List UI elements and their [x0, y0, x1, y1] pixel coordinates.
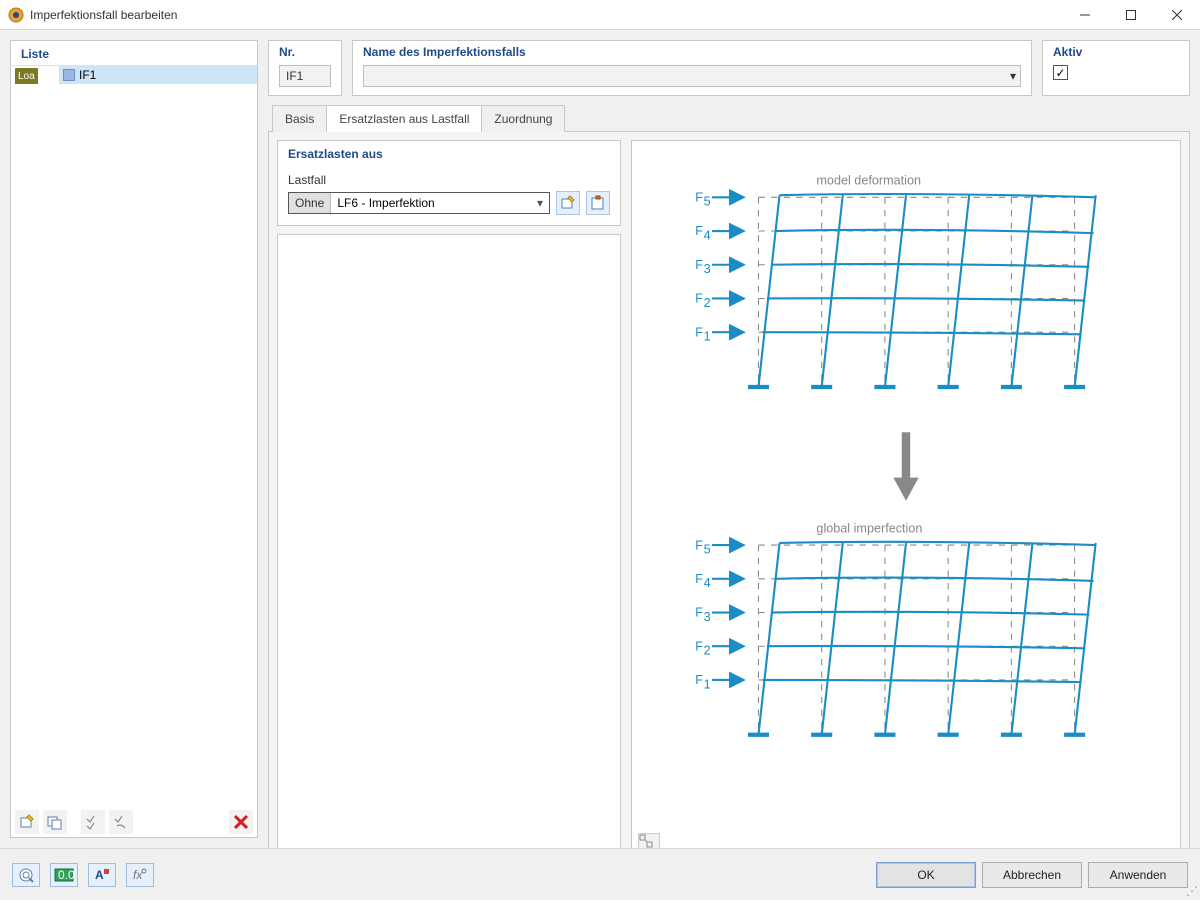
new-item-button[interactable]: [15, 810, 39, 834]
svg-text:F: F: [695, 224, 703, 238]
nr-input[interactable]: [279, 65, 331, 87]
svg-text:F: F: [695, 258, 703, 272]
list-item-color-icon: [63, 69, 75, 81]
field-name-label: Name des Imperfektionsfalls: [363, 45, 1021, 59]
diagram-bottom-label: global imperfection: [816, 521, 922, 535]
help-button[interactable]: [12, 863, 40, 887]
units-button[interactable]: 0.00: [50, 863, 78, 887]
chevron-down-icon: ▾: [1010, 69, 1016, 83]
svg-text:2: 2: [704, 644, 711, 658]
svg-text:3: 3: [704, 262, 711, 276]
svg-text:A: A: [95, 868, 104, 882]
lastfall-value: LF6 - Imperfektion: [331, 196, 531, 210]
svg-text:F: F: [695, 538, 703, 552]
svg-text:1: 1: [704, 677, 711, 691]
svg-text:F: F: [695, 325, 703, 339]
empty-panel: [277, 234, 621, 862]
apply-button[interactable]: Anwenden: [1088, 862, 1188, 888]
list-rows: Loa IF1: [11, 66, 257, 807]
minimize-button[interactable]: [1062, 0, 1108, 30]
resize-grip-icon[interactable]: ⋰: [1186, 884, 1198, 898]
tab-ersatzlasten[interactable]: Ersatzlasten aus Lastfall: [326, 105, 482, 132]
svg-text:F: F: [695, 639, 703, 653]
svg-text:F: F: [695, 572, 703, 586]
aktiv-checkbox[interactable]: ✓: [1053, 65, 1068, 80]
field-nr: Nr.: [268, 40, 342, 96]
list-toolbar: [11, 807, 257, 837]
window-title: Imperfektionsfall bearbeiten: [30, 8, 1062, 22]
svg-text:2: 2: [704, 296, 711, 310]
svg-text:F: F: [695, 673, 703, 687]
svg-text:5: 5: [704, 542, 711, 556]
uncheckall-button[interactable]: [109, 810, 133, 834]
ersatzlasten-panel: Ersatzlasten aus Lastfall Ohne LF6 - Imp…: [277, 140, 621, 226]
svg-text:3: 3: [704, 610, 711, 624]
field-aktiv: Aktiv ✓: [1042, 40, 1190, 96]
svg-text:F: F: [695, 191, 703, 205]
tab-zuordnung[interactable]: Zuordnung: [481, 105, 565, 132]
ersatz-section-title: Ersatzlasten aus: [288, 147, 610, 161]
delete-button[interactable]: [229, 810, 253, 834]
tab-strip: Basis Ersatzlasten aus Lastfall Zuordnun…: [268, 104, 1190, 131]
maximize-button[interactable]: [1108, 0, 1154, 30]
close-button[interactable]: [1154, 0, 1200, 30]
list-item-tag: Loa: [15, 68, 38, 84]
lastfall-label: Lastfall: [288, 173, 610, 187]
list-panel: Liste Loa IF1: [10, 40, 258, 838]
lastfall-tag: Ohne: [289, 193, 331, 213]
lastfall-combo[interactable]: Ohne LF6 - Imperfektion ▾: [288, 192, 550, 214]
field-nr-label: Nr.: [279, 45, 331, 59]
svg-text:F: F: [695, 606, 703, 620]
ok-button[interactable]: OK: [876, 862, 976, 888]
svg-text:4: 4: [704, 228, 711, 242]
diagram-top-label: model deformation: [816, 174, 921, 188]
formula-button[interactable]: fx: [126, 863, 154, 887]
lastfall-edit-button[interactable]: [586, 191, 610, 215]
tab-zuordnung-label: Zuordnung: [494, 112, 552, 126]
svg-text:4: 4: [704, 576, 711, 590]
field-name: Name des Imperfektionsfalls ▾: [352, 40, 1032, 96]
name-combo[interactable]: ▾: [363, 65, 1021, 87]
checkall-button[interactable]: [81, 810, 105, 834]
diagram-panel: model deformation F5 F4 F3 F2 F1: [631, 140, 1181, 862]
list-header: Liste: [11, 41, 257, 66]
bottombar: 0.00 A fx OK Abbrechen Anwenden ⋰: [0, 848, 1200, 900]
tab-basis-label: Basis: [285, 112, 314, 126]
cancel-button[interactable]: Abbrechen: [982, 862, 1082, 888]
font-button[interactable]: A: [88, 863, 116, 887]
check-icon: ✓: [1055, 67, 1065, 79]
apply-button-label: Anwenden: [1110, 868, 1167, 882]
cancel-button-label: Abbrechen: [1003, 868, 1061, 882]
list-item-label: IF1: [79, 68, 96, 82]
svg-text:F: F: [695, 292, 703, 306]
svg-text:1: 1: [704, 330, 711, 344]
tab-basis[interactable]: Basis: [272, 105, 327, 132]
copy-item-button[interactable]: [43, 810, 67, 834]
diagram-svg: model deformation F5 F4 F3 F2 F1: [632, 141, 1180, 861]
chevron-down-icon: ▾: [531, 196, 549, 210]
ok-button-label: OK: [917, 868, 934, 882]
app-icon: [8, 7, 24, 23]
svg-text:0.00: 0.00: [58, 868, 74, 882]
svg-text:5: 5: [704, 195, 711, 209]
titlebar: Imperfektionsfall bearbeiten: [0, 0, 1200, 30]
lastfall-new-button[interactable]: [556, 191, 580, 215]
tab-ersatzlasten-label: Ersatzlasten aus Lastfall: [339, 112, 469, 126]
field-aktiv-label: Aktiv: [1053, 45, 1179, 59]
list-item[interactable]: Loa IF1: [11, 66, 257, 84]
